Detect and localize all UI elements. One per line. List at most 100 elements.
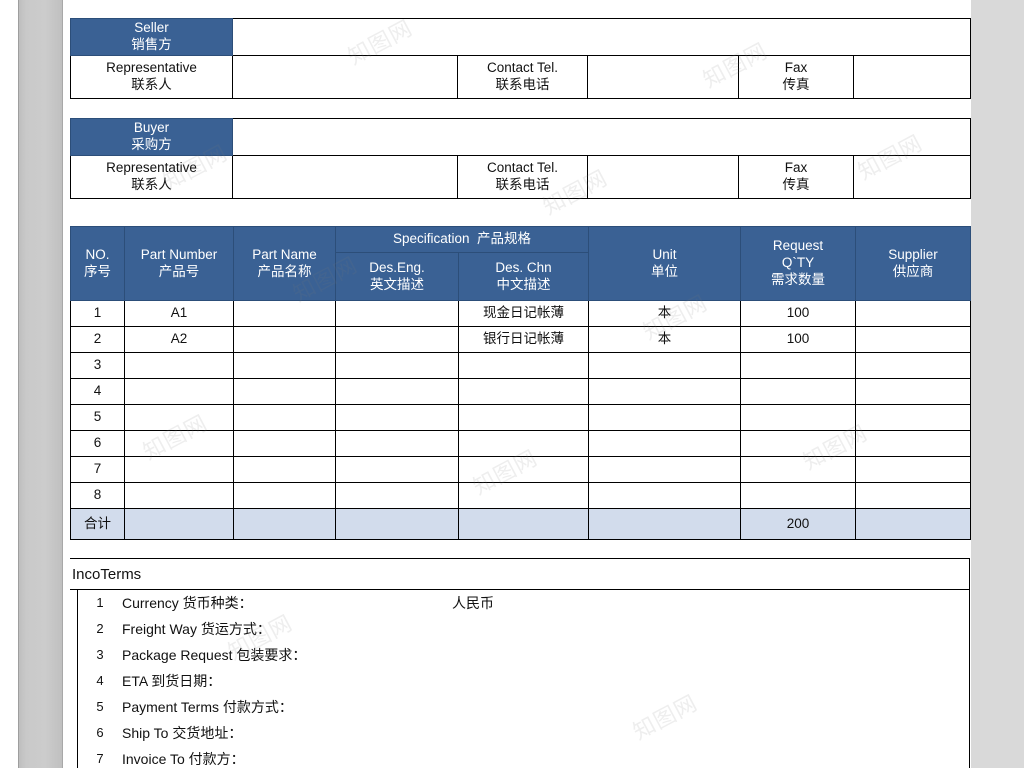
table-row[interactable]: 7 [70,456,971,483]
cell-des-eng[interactable] [335,456,459,483]
col-header-des-chn-en: Des. Chn [495,259,552,275]
cell-part-number[interactable] [124,430,234,457]
list-item[interactable]: 3 Package Request 包装要求： [78,642,969,668]
cell-part-name[interactable] [233,404,336,431]
cell-des-eng[interactable] [335,430,459,457]
cell-unit[interactable] [588,430,741,457]
list-item[interactable]: 1 Currency 货币种类： 人民币 [78,590,969,616]
table-row[interactable]: 4 [70,378,971,405]
cell-des-eng[interactable] [335,300,459,327]
cell-des-eng[interactable] [335,404,459,431]
cell-des-eng[interactable] [335,352,459,379]
cell-des-chn[interactable] [458,352,589,379]
cell-des-eng[interactable] [335,482,459,509]
buyer-tel-input[interactable] [587,155,739,199]
list-item[interactable]: 2 Freight Way 货运方式： [78,616,969,642]
list-item[interactable]: 4 ETA 到货日期： [78,668,969,694]
list-item[interactable]: 5 Payment Terms 付款方式： [78,694,969,720]
seller-contact-row: Representative 联系人 Contact Tel. 联系电话 Fax… [70,55,972,99]
buyer-name-input[interactable] [231,118,972,156]
cell-unit[interactable]: 本 [588,300,741,327]
cell-qty[interactable]: 100 [740,326,856,353]
table-row[interactable]: 5 [70,404,971,431]
incoterm-value[interactable] [452,746,969,768]
cell-part-name[interactable] [233,326,336,353]
seller-label-cell: Seller 销售方 [70,18,233,56]
cell-qty[interactable] [740,378,856,405]
col-header-des-eng-cn: 英文描述 [370,276,424,292]
cell-des-eng[interactable] [335,326,459,353]
list-item[interactable]: 6 Ship To 交货地址： [78,720,969,746]
incoterm-value[interactable] [452,694,969,720]
incoterm-value[interactable]: 人民币 [452,590,969,616]
seller-rep-input[interactable] [232,55,458,99]
cell-supplier[interactable] [855,352,971,379]
buyer-fax-input[interactable] [852,155,972,199]
cell-des-chn[interactable] [458,430,589,457]
cell-des-chn[interactable] [458,378,589,405]
cell-part-name[interactable] [233,482,336,509]
cell-qty[interactable] [740,482,856,509]
cell-part-number[interactable] [124,456,234,483]
cell-supplier[interactable] [855,482,971,509]
cell-part-number[interactable] [124,378,234,405]
cell-part-name[interactable] [233,352,336,379]
cell-part-number[interactable]: A1 [124,300,234,327]
col-header-request-qty-cn: 需求数量 [771,271,825,287]
cell-qty[interactable] [740,404,856,431]
seller-fax-input[interactable] [852,55,972,99]
cell-supplier[interactable] [855,456,971,483]
cell-unit[interactable]: 本 [588,326,741,353]
list-item[interactable]: 7 Invoice To 付款方： [78,746,969,768]
cell-part-name[interactable] [233,456,336,483]
cell-supplier[interactable] [855,430,971,457]
cell-qty[interactable]: 100 [740,300,856,327]
table-row[interactable]: 3 [70,352,971,379]
table-row[interactable]: 6 [70,430,971,457]
incoterm-value[interactable] [452,668,969,694]
cell-supplier[interactable] [855,326,971,353]
cell-supplier[interactable] [855,404,971,431]
cell-qty[interactable] [740,352,856,379]
cell-qty[interactable] [740,456,856,483]
cell-part-name[interactable] [233,300,336,327]
cell-des-chn[interactable] [458,456,589,483]
left-gutter-bar [18,0,63,768]
incoterm-value[interactable] [452,642,969,668]
cell-unit[interactable] [588,378,741,405]
cell-unit[interactable] [588,404,741,431]
col-header-unit: Unit 单位 [588,226,741,301]
buyer-label-cn: 采购方 [131,137,172,152]
incoterm-value[interactable] [452,720,969,746]
cell-no: 5 [70,404,125,431]
incoterm-number: 4 [96,673,104,688]
cell-des-chn[interactable] [458,404,589,431]
cell-part-name[interactable] [233,378,336,405]
cell-qty[interactable] [740,430,856,457]
cell-des-chn[interactable] [458,482,589,509]
buyer-fax-label: Fax 传真 [738,155,854,199]
cell-unit[interactable] [588,352,741,379]
cell-part-number[interactable] [124,482,234,509]
seller-name-input[interactable] [231,18,972,56]
seller-tel-input[interactable] [587,55,739,99]
cell-unit[interactable] [588,456,741,483]
cell-des-eng[interactable] [335,378,459,405]
incoterm-label: Invoice To 付款方： [122,751,245,767]
buyer-rep-input[interactable] [232,155,458,199]
buyer-tel-label-cn: 联系电话 [495,177,550,192]
cell-part-name[interactable] [233,430,336,457]
buyer-table: Buyer 采购方 Representative 联系人 Contact Tel… [70,118,972,199]
cell-unit[interactable] [588,482,741,509]
cell-part-number[interactable] [124,404,234,431]
cell-supplier[interactable] [855,300,971,327]
cell-part-number[interactable]: A2 [124,326,234,353]
table-row[interactable]: 2 A2 银行日记帐薄 本 100 [70,326,971,353]
cell-des-chn[interactable]: 银行日记帐薄 [458,326,589,353]
cell-supplier[interactable] [855,378,971,405]
table-row[interactable]: 1 A1 现金日记帐薄 本 100 [70,300,971,327]
table-row[interactable]: 8 [70,482,971,509]
incoterm-value[interactable] [452,616,969,642]
cell-des-chn[interactable]: 现金日记帐薄 [458,300,589,327]
cell-part-number[interactable] [124,352,234,379]
